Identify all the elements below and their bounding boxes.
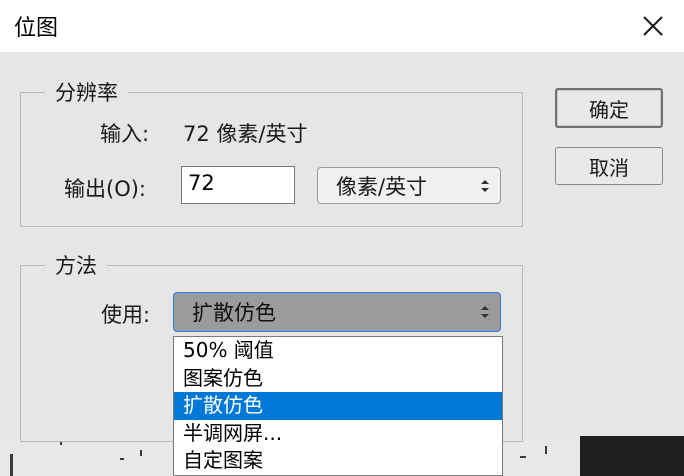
ok-button[interactable]: 确定: [555, 88, 663, 128]
output-resolution-label: 输出(O):: [64, 177, 146, 201]
updown-arrow-icon: [481, 179, 489, 192]
resolution-unit-select[interactable]: 像素/英寸: [317, 167, 501, 204]
input-resolution-label: 输入:: [100, 122, 150, 146]
method-select[interactable]: 扩散仿色: [173, 292, 501, 332]
title-bar: 位图: [0, 0, 684, 52]
updown-arrow-icon: [481, 306, 489, 318]
resolution-unit-value: 像素/英寸: [336, 174, 428, 199]
method-select-value: 扩散仿色: [192, 301, 276, 325]
dropdown-option[interactable]: 50% 阈值: [174, 337, 502, 365]
output-resolution-input[interactable]: 72: [181, 166, 295, 204]
input-resolution-value: 72 像素/英寸: [183, 122, 308, 146]
use-label: 使用:: [101, 303, 151, 327]
close-icon: [643, 16, 663, 36]
resolution-group: 分辨率: [20, 77, 523, 227]
cancel-button[interactable]: 取消: [555, 147, 663, 185]
method-legend: 方法: [55, 254, 97, 278]
dropdown-option-selected[interactable]: 扩散仿色: [174, 392, 502, 420]
dropdown-option[interactable]: 自定图案: [174, 447, 502, 475]
close-button[interactable]: [622, 0, 684, 52]
dropdown-option[interactable]: 图案仿色: [174, 365, 502, 393]
dropdown-option[interactable]: 半调网屏...: [174, 420, 502, 448]
dialog-title: 位图: [14, 16, 59, 41]
method-dropdown-list: 50% 阈值 图案仿色 扩散仿色 半调网屏... 自定图案: [173, 336, 503, 476]
resolution-legend: 分辨率: [55, 81, 118, 105]
